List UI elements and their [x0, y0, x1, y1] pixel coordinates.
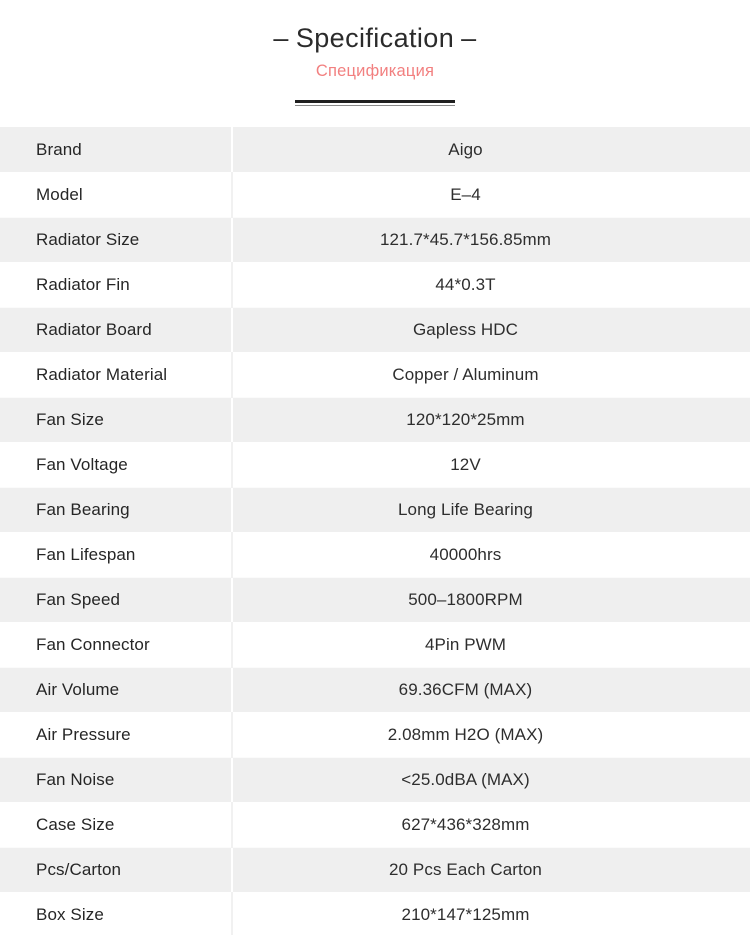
specification-header: – Specification – Спецификация — [0, 0, 750, 107]
table-row: Fan Connector 4Pin PWM — [0, 622, 750, 668]
spec-label: Brand — [0, 127, 233, 173]
spec-label: Case Size — [0, 802, 233, 848]
spec-label: Fan Lifespan — [0, 532, 233, 578]
spec-value: 40000hrs — [232, 532, 750, 578]
spec-value: Copper / Aluminum — [232, 352, 750, 398]
spec-label: Radiator Board — [0, 307, 233, 353]
title-divider — [295, 100, 455, 107]
spec-label: Model — [0, 172, 233, 218]
table-row: Air Volume 69.36CFM (MAX) — [0, 667, 750, 713]
specification-page: – Specification – Спецификация Brand Aigo M… — [0, 0, 750, 935]
spec-label: Radiator Material — [0, 352, 233, 398]
table-row: Fan Lifespan 40000hrs — [0, 532, 750, 578]
spec-label: Fan Bearing — [0, 487, 233, 533]
spec-label: Fan Size — [0, 397, 233, 443]
spec-label: Pcs/Carton — [0, 847, 233, 893]
spec-value: E–4 — [232, 172, 750, 218]
table-row: Radiator Size 121.7*45.7*156.85mm — [0, 217, 750, 263]
divider-thin-line — [295, 105, 455, 107]
table-row: Pcs/Carton 20 Pcs Each Carton — [0, 847, 750, 893]
spec-label: Air Volume — [0, 667, 233, 713]
spec-value: 121.7*45.7*156.85mm — [379, 230, 552, 250]
table-row: Radiator Board Gapless HDC — [0, 307, 750, 353]
spec-value: 44*0.3T — [232, 262, 750, 308]
table-row: Fan Size 120*120*25mm — [0, 397, 750, 443]
table-row: Air Pressure 2.08mm H2O (MAX) — [0, 712, 750, 758]
spec-label: Fan Speed — [0, 577, 233, 623]
spec-value: 500–1800RPM — [408, 590, 523, 610]
specification-table-body: Brand Aigo Model E–4 Radiator Size 121.7*45… — [0, 127, 750, 935]
spec-value: 4Pin PWM — [232, 622, 750, 668]
spec-label: Air Pressure — [0, 712, 233, 758]
spec-value: 20 Pcs Each Carton — [389, 860, 542, 880]
table-row: Radiator Fin 44*0.3T — [0, 262, 750, 308]
spec-value: 210*147*125mm — [232, 892, 750, 935]
table-row: Case Size 627*436*328mm — [0, 802, 750, 848]
table-row: Fan Voltage 12V — [0, 442, 750, 488]
title-dash-left: – — [273, 23, 289, 53]
table-row: Model E–4 — [0, 172, 750, 218]
spec-label: Radiator Size — [0, 217, 233, 263]
spec-value: <25.0dBA (MAX) — [401, 770, 530, 790]
spec-value: 2.08mm H2O (MAX) — [232, 712, 750, 758]
table-row: Fan Speed 500–1800RPM — [0, 577, 750, 623]
table-row: Fan Bearing Long Life Bearing — [0, 487, 750, 533]
page-title: – Specification – — [0, 22, 750, 56]
spec-value: Gapless HDC — [412, 320, 519, 340]
spec-value: 120*120*25mm — [406, 410, 525, 430]
spec-label: Fan Connector — [0, 622, 233, 668]
table-row: Brand Aigo — [0, 127, 750, 173]
table-row: Radiator Material Copper / Aluminum — [0, 352, 750, 398]
spec-label: Radiator Fin — [0, 262, 233, 308]
spec-value: 69.36CFM (MAX) — [398, 680, 533, 700]
specification-table: Brand Aigo Model E–4 Radiator Size 121.7*45… — [0, 127, 750, 935]
spec-label: Fan Voltage — [0, 442, 233, 488]
spec-value: Aigo — [448, 139, 483, 159]
title-dash-right: – — [461, 23, 477, 53]
spec-label: Box Size — [0, 892, 233, 935]
page-subtitle: Спецификация — [315, 61, 435, 80]
title-text: Specification — [295, 23, 455, 53]
table-row: Fan Noise <25.0dBA (MAX) — [0, 757, 750, 803]
spec-value: 12V — [232, 442, 750, 488]
spec-label: Fan Noise — [0, 757, 233, 803]
table-row: Box Size 210*147*125mm — [0, 892, 750, 935]
spec-value: Long Life Bearing — [398, 500, 533, 520]
spec-value: 627*436*328mm — [232, 802, 750, 848]
